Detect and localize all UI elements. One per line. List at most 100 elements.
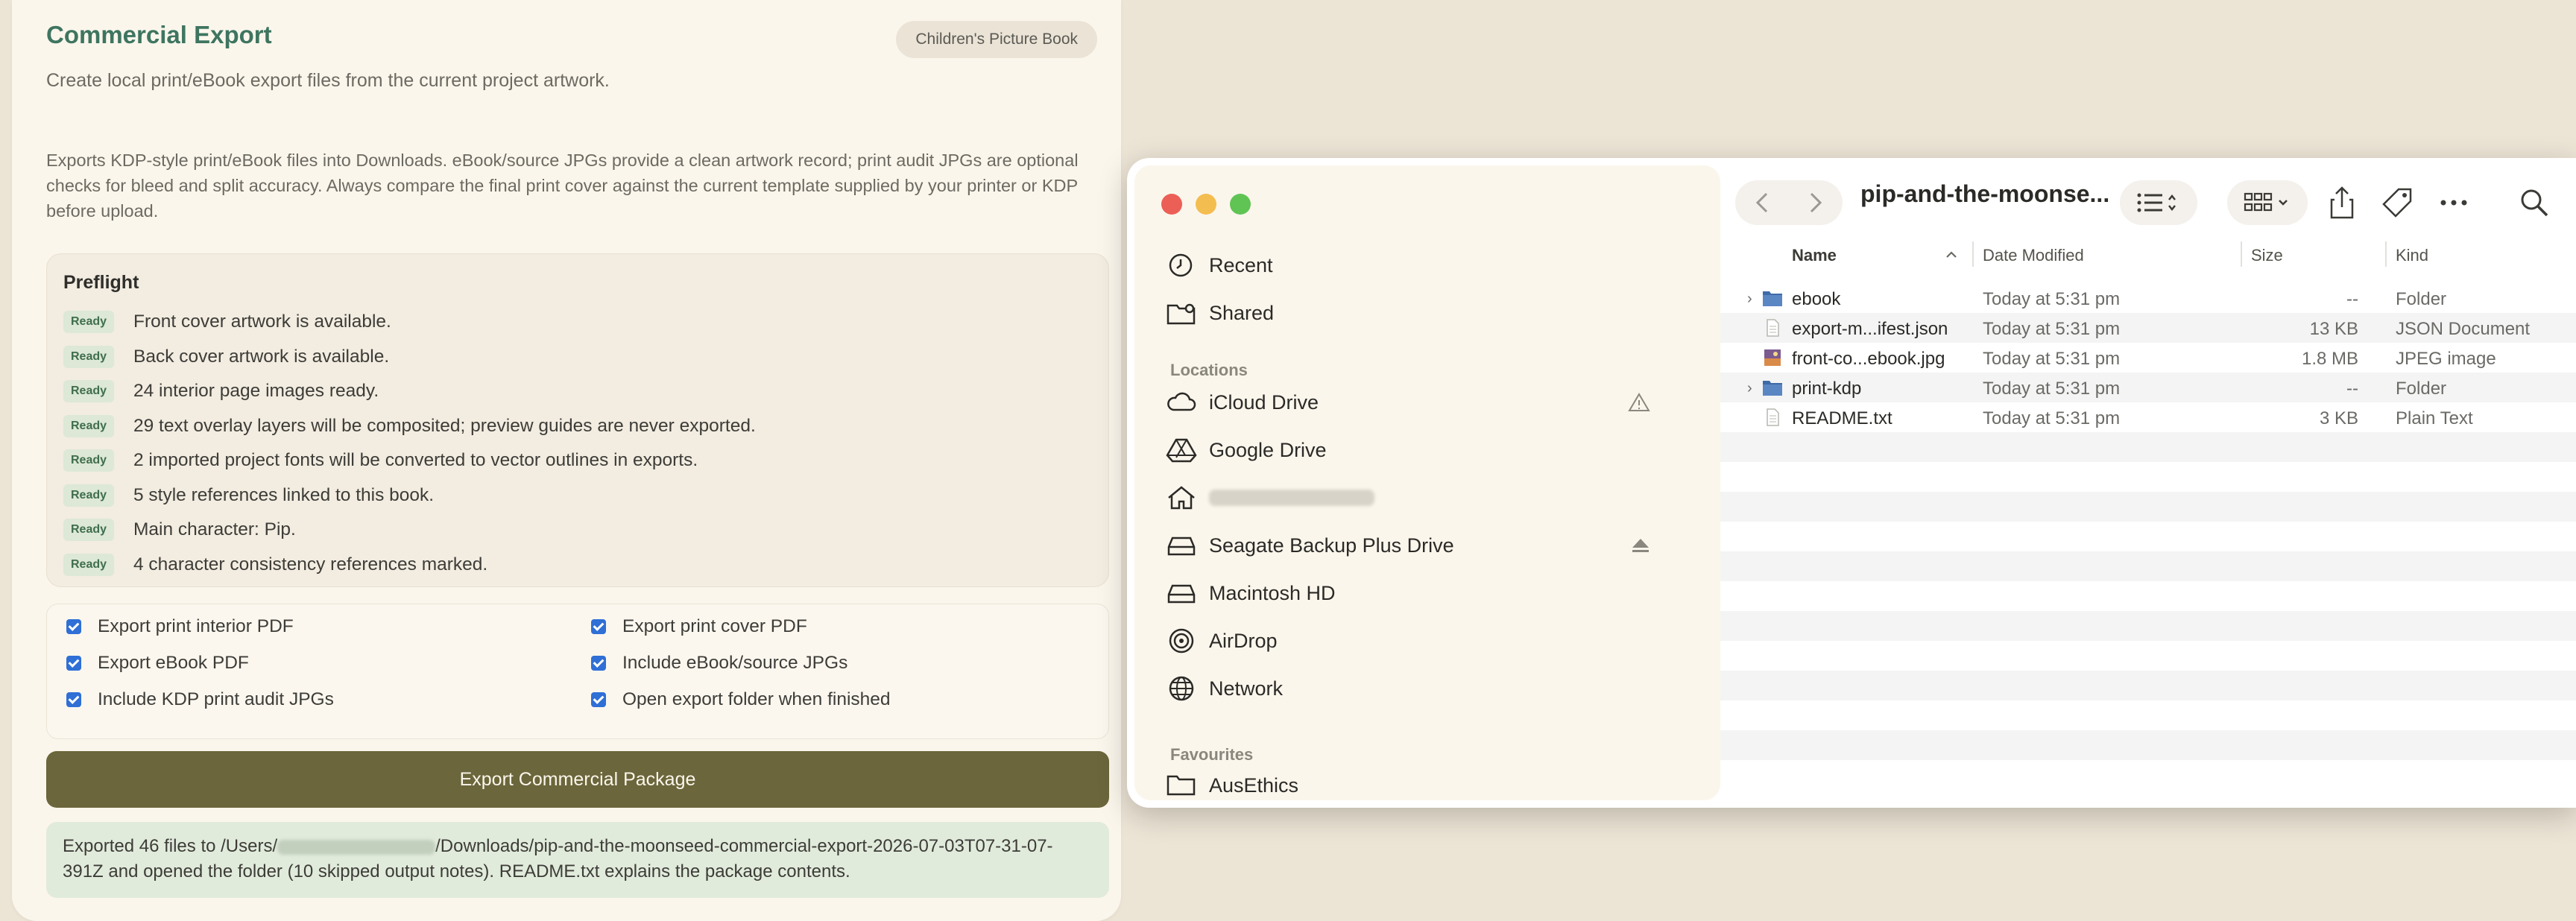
empty-row: [1720, 551, 2576, 581]
empty-row: [1720, 432, 2576, 462]
option-open-folder[interactable]: Open export folder when finished: [591, 689, 891, 710]
sidebar-item-macintosh-hd[interactable]: Macintosh HD: [1166, 580, 1336, 607]
option-print-cover-pdf[interactable]: Export print cover PDF: [591, 616, 807, 637]
folder-title: pip-and-the-moonse...: [1860, 180, 2110, 207]
sidebar-item-shared[interactable]: Shared: [1166, 300, 1274, 326]
panel-subtitle: Create local print/eBook export files fr…: [46, 70, 610, 91]
preflight-item: Ready 29 text overlay layers will be comp…: [63, 409, 756, 444]
column-header-size[interactable]: Size: [2251, 246, 2283, 265]
column-divider: [2241, 241, 2242, 267]
checkbox-checked[interactable]: [591, 619, 606, 634]
ready-badge: Ready: [63, 380, 114, 403]
redacted-username: [1209, 490, 1374, 506]
preflight-item: Ready Main character: Pip.: [63, 513, 756, 548]
ready-badge: Ready: [63, 484, 114, 507]
export-description: Exports KDP-style print/eBook files into…: [46, 151, 1079, 221]
tag-icon[interactable]: [2381, 186, 2414, 219]
favourites-header: Favourites: [1170, 745, 1254, 764]
zoom-window-button[interactable]: [1230, 194, 1251, 215]
eject-icon[interactable]: [1631, 537, 1650, 554]
google-drive-icon: [1166, 438, 1197, 463]
ready-badge: Ready: [63, 414, 114, 437]
ready-badge: Ready: [63, 345, 114, 368]
file-row-readme[interactable]: README.txt Today at 5:31 pm 3 KB Plain T…: [1720, 402, 2576, 432]
cloud-icon: [1167, 392, 1196, 411]
share-icon[interactable]: [2327, 185, 2357, 221]
book-type-badge: Children's Picture Book: [896, 21, 1097, 58]
sidebar-item-recent[interactable]: Recent: [1166, 252, 1273, 279]
minimize-window-button[interactable]: [1196, 194, 1216, 215]
sidebar-item-icloud[interactable]: iCloud Drive: [1166, 389, 1688, 416]
sidebar-item-seagate[interactable]: Seagate Backup Plus Drive: [1166, 532, 1688, 559]
option-ebook-pdf[interactable]: Export eBook PDF: [66, 653, 249, 674]
file-row-ebook[interactable]: › ebook Today at 5:31 pm -- Folder: [1720, 283, 2576, 313]
home-icon: [1168, 486, 1195, 510]
disclosure-chevron-icon[interactable]: ›: [1747, 380, 1752, 397]
option-kdp-audit-jpgs[interactable]: Include KDP print audit JPGs: [66, 689, 334, 710]
column-divider: [1972, 241, 1974, 267]
warning-icon: [1628, 393, 1650, 411]
grid-group-icon: [2244, 192, 2288, 212]
forward-chevron-icon[interactable]: [1799, 188, 1829, 218]
preflight-item: Ready 4 character consistency references …: [63, 548, 756, 583]
checkbox-checked[interactable]: [66, 656, 81, 671]
sidebar-item-airdrop[interactable]: AirDrop: [1166, 627, 1278, 654]
sidebar-item-google-drive[interactable]: Google Drive: [1166, 437, 1327, 463]
option-ebook-source-jpgs[interactable]: Include eBook/source JPGs: [591, 653, 847, 674]
ready-badge: Ready: [63, 311, 114, 334]
empty-row: [1720, 730, 2576, 760]
column-divider: [2385, 241, 2387, 267]
airdrop-icon: [1169, 628, 1194, 653]
preflight-item: Ready Front cover artwork is available.: [63, 305, 756, 340]
locations-header: Locations: [1170, 361, 1248, 379]
close-window-button[interactable]: [1161, 194, 1182, 215]
export-commercial-package-button[interactable]: Export Commercial Package: [46, 751, 1109, 808]
external-drive-icon: [1167, 537, 1196, 556]
column-header-date-modified[interactable]: Date Modified: [1983, 246, 2084, 265]
sort-ascending-chevron-icon: [1946, 251, 1957, 258]
column-header-name[interactable]: Name: [1792, 246, 1837, 265]
panel-title: Commercial Export: [46, 21, 272, 48]
sidebar-item-home[interactable]: [1166, 484, 1374, 511]
export-result-message: Exported 46 files to /Users//Downloads/p…: [46, 822, 1109, 898]
checkbox-checked[interactable]: [591, 692, 606, 707]
file-row-export-manifest[interactable]: export-m...ifest.json Today at 5:31 pm 1…: [1720, 313, 2576, 343]
commercial-export-panel: Commercial Export Children's Picture Boo…: [12, 0, 1121, 921]
preflight-list: Ready Front cover artwork is available. R…: [63, 305, 756, 582]
preflight-item: Ready Back cover artwork is available.: [63, 340, 756, 375]
back-chevron-icon[interactable]: [1749, 188, 1778, 218]
view-options-button[interactable]: [2120, 180, 2197, 225]
preflight-item: Ready 5 style references linked to this b…: [63, 478, 756, 513]
file-row-print-kdp[interactable]: › print-kdp Today at 5:31 pm -- Folder: [1720, 373, 2576, 402]
clock-icon: [1169, 253, 1193, 277]
folder-icon: [1763, 381, 1782, 396]
finder-sidebar: Recent Shared Locations iCloud Drive Goo…: [1134, 165, 1720, 800]
file-row-front-cover-jpg[interactable]: front-co...ebook.jpg Today at 5:31 pm 1.…: [1720, 343, 2576, 373]
preflight-item: Ready 24 interior page images ready.: [63, 374, 756, 409]
more-icon[interactable]: [2437, 188, 2470, 218]
preflight-item: Ready 2 imported project fonts will be co…: [63, 443, 756, 478]
list-view-icon: [2137, 193, 2176, 212]
hard-drive-icon: [1167, 584, 1196, 604]
preflight-section: Preflight Ready Front cover artwork is av…: [46, 253, 1109, 587]
checkbox-checked[interactable]: [591, 656, 606, 671]
search-icon[interactable]: [2518, 186, 2551, 219]
empty-row: [1720, 671, 2576, 700]
text-document-icon: [1767, 408, 1779, 426]
sidebar-item-network[interactable]: Network: [1166, 675, 1283, 702]
option-print-interior-pdf[interactable]: Export print interior PDF: [66, 616, 294, 637]
file-list: › ebook Today at 5:31 pm -- Folder expor…: [1720, 283, 2576, 808]
document-icon: [1767, 319, 1779, 337]
shared-folder-icon: [1167, 303, 1196, 325]
empty-row: [1720, 492, 2576, 522]
column-header-kind[interactable]: Kind: [2396, 246, 2428, 265]
checkbox-checked[interactable]: [66, 619, 81, 634]
group-options-button[interactable]: [2227, 180, 2308, 225]
empty-row: [1720, 611, 2576, 641]
disclosure-chevron-icon[interactable]: ›: [1747, 291, 1752, 308]
folder-icon: [1763, 291, 1782, 306]
checkbox-checked[interactable]: [66, 692, 81, 707]
ready-badge: Ready: [63, 519, 114, 542]
sidebar-item-ausethics[interactable]: AusEthics: [1166, 772, 1298, 799]
globe-icon: [1169, 676, 1194, 701]
